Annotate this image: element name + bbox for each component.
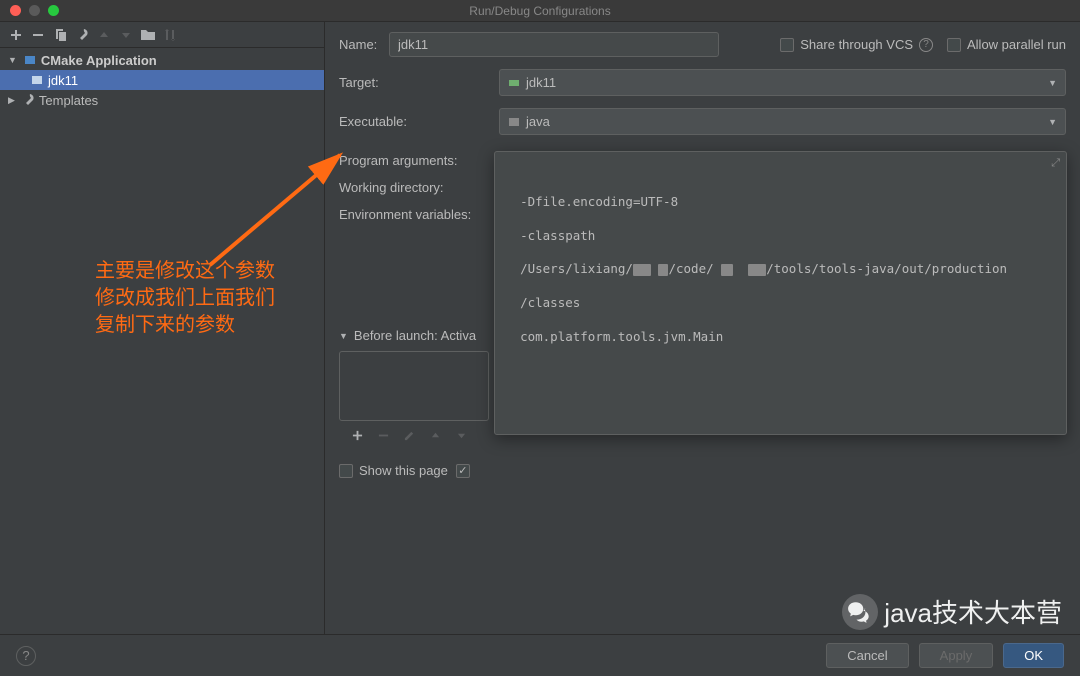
before-launch-list[interactable]: [339, 351, 489, 421]
tree-item-jdk11[interactable]: jdk11: [0, 70, 324, 90]
name-label: Name:: [339, 37, 389, 52]
chevron-down-icon: ▼: [1048, 78, 1057, 88]
config-tree-panel: CMake Application jdk11 Templates: [0, 22, 325, 634]
add-icon[interactable]: [8, 27, 24, 43]
add-icon[interactable]: [349, 427, 365, 443]
activate-checkbox[interactable]: [456, 464, 470, 478]
maximize-window-icon[interactable]: [48, 5, 59, 16]
help-button[interactable]: ?: [16, 646, 36, 666]
env-label: Environment variables:: [339, 207, 499, 222]
sort-icon: [162, 27, 178, 43]
collapse-icon[interactable]: ⤢: [1051, 156, 1060, 171]
tree-toolbar: [0, 22, 324, 48]
apply-button: Apply: [919, 643, 994, 668]
show-page-checkbox[interactable]: Show this page: [339, 463, 448, 478]
program-arguments-textarea[interactable]: ⤢ -Dfile.encoding=UTF-8 -classpath /User…: [494, 151, 1067, 435]
dialog-footer: ? Cancel Apply OK: [0, 634, 1080, 676]
config-tree[interactable]: CMake Application jdk11 Templates: [0, 48, 324, 634]
target-dropdown[interactable]: jdk11 ▼: [499, 69, 1066, 96]
window-title: Run/Debug Configurations: [469, 4, 610, 18]
watermark: java技术大本营: [842, 593, 1062, 630]
app-icon: [30, 73, 44, 87]
up-icon: [96, 27, 112, 43]
cmake-icon: [23, 53, 37, 67]
cancel-button[interactable]: Cancel: [826, 643, 908, 668]
tree-group-label: CMake Application: [41, 53, 157, 68]
down-icon: [118, 27, 134, 43]
close-window-icon[interactable]: [10, 5, 21, 16]
minimize-window-icon: [29, 5, 40, 16]
down-icon: [453, 427, 469, 443]
remove-icon: [375, 427, 391, 443]
target-label: Target:: [339, 75, 499, 90]
name-input[interactable]: [389, 32, 719, 57]
folder-icon[interactable]: [140, 27, 156, 43]
tree-group-templates[interactable]: Templates: [0, 90, 324, 110]
remove-icon[interactable]: [30, 27, 46, 43]
title-bar: Run/Debug Configurations: [0, 0, 1080, 22]
wechat-icon: [842, 594, 878, 630]
executable-dropdown[interactable]: java ▼: [499, 108, 1066, 135]
tree-item-label: jdk11: [48, 73, 78, 88]
exec-label: Executable:: [339, 114, 499, 129]
chevron-down-icon: ▼: [1048, 117, 1057, 127]
ok-button[interactable]: OK: [1003, 643, 1064, 668]
wrench-icon: [21, 93, 35, 107]
copy-icon[interactable]: [52, 27, 68, 43]
help-icon[interactable]: ?: [919, 38, 933, 52]
edit-icon: [401, 427, 417, 443]
tree-group-cmake[interactable]: CMake Application: [0, 50, 324, 70]
share-vcs-checkbox[interactable]: Share through VCS ?: [780, 37, 933, 52]
wrench-icon[interactable]: [74, 27, 90, 43]
parallel-run-checkbox[interactable]: Allow parallel run: [947, 37, 1066, 52]
args-label: Program arguments:: [339, 153, 499, 168]
traffic-lights: [0, 5, 59, 16]
up-icon: [427, 427, 443, 443]
tree-group-label: Templates: [39, 93, 98, 108]
wd-label: Working directory:: [339, 180, 499, 195]
